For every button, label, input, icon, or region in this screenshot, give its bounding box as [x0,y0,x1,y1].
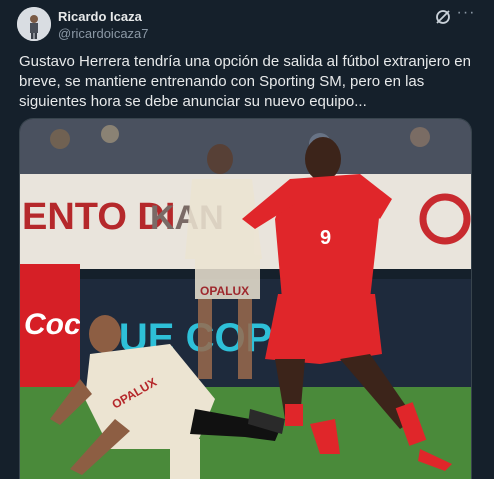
author-name[interactable]: Ricardo Icaza [58,9,142,24]
red-player-number: 9 [320,227,331,249]
tweet-card[interactable]: Ricardo Icaza @ricardoicaza7 ··· Gustavo… [0,0,494,479]
author-handle[interactable]: @ricardoicaza7 [58,26,149,41]
author-avatar[interactable] [17,7,51,41]
grok-icon[interactable] [434,8,452,26]
more-options-icon[interactable]: ··· [456,5,476,26]
photo-scene: ENTO DI KAN Coca CUE COPA 202 OPALUX 9 O… [20,119,471,479]
tweet-photo[interactable]: ENTO DI KAN Coca CUE COPA 202 OPALUX 9 O… [19,118,472,479]
tweet-text: Gustavo Herrera tendría una opción de sa… [19,53,471,110]
bg-player-sponsor: OPALUX [200,284,249,298]
